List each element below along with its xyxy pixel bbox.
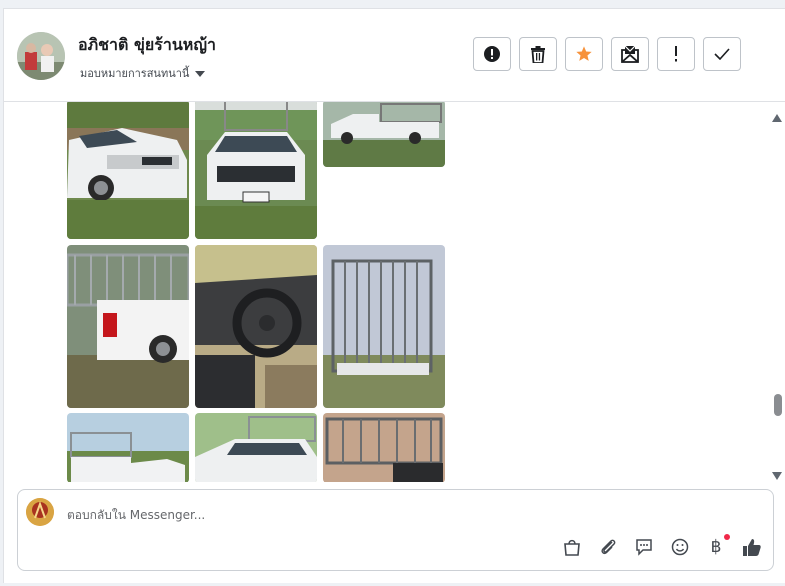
delete-button[interactable] <box>519 37 557 71</box>
action-toolbar <box>473 37 741 71</box>
like-icon[interactable] <box>741 536 763 558</box>
trash-icon <box>531 45 545 63</box>
baht-symbol: ฿ <box>710 537 722 557</box>
photo-pickup-side-cage[interactable] <box>67 413 189 482</box>
photo-pickup-cage-top[interactable] <box>323 413 445 482</box>
photo-pickup-cage-rear[interactable] <box>323 245 445 408</box>
contact-avatar[interactable] <box>17 32 65 80</box>
emoji-icon[interactable] <box>669 536 691 558</box>
photo-pickup-interior[interactable] <box>195 245 317 408</box>
caret-down-icon <box>195 67 206 80</box>
photo-pickup-front-cage[interactable] <box>195 413 317 482</box>
conversation-header: อภิชาติ ขุ่ยร้านหญ้า มอบหมายการสนทนานี้ <box>4 9 785 102</box>
assign-label: มอบหมายการสนทนานี้ <box>80 67 190 80</box>
reply-toolbar: ฿ <box>561 534 763 558</box>
photo-pickup-front-plate[interactable] <box>195 102 317 239</box>
photo-pickup-rear-cage[interactable] <box>67 245 189 408</box>
reply-box: ตอบกลับใน Messenger... ฿ <box>17 489 774 571</box>
report-spam-button[interactable] <box>473 37 511 71</box>
star-button[interactable] <box>565 37 603 71</box>
mark-unread-button[interactable] <box>611 37 649 71</box>
chat-icon[interactable] <box>633 536 655 558</box>
scrollbar-thumb[interactable] <box>774 394 782 416</box>
check-icon <box>714 48 730 60</box>
follow-up-button[interactable] <box>657 37 695 71</box>
page-avatar <box>26 498 54 526</box>
bag-icon[interactable] <box>561 536 583 558</box>
mail-icon <box>621 45 639 63</box>
notification-dot <box>724 534 730 540</box>
scroll-down-arrow[interactable] <box>772 465 782 484</box>
star-icon <box>576 46 592 61</box>
attach-icon[interactable] <box>597 536 619 558</box>
exclamation-icon <box>675 46 677 62</box>
alert-icon <box>484 46 500 62</box>
photo-pickup-side[interactable] <box>323 102 445 167</box>
scroll-up-arrow[interactable] <box>772 107 782 126</box>
baht-icon[interactable]: ฿ <box>705 534 730 558</box>
contact-name[interactable]: อภิชาติ ขุ่ยร้านหญ้า <box>78 33 216 58</box>
assign-dropdown[interactable]: มอบหมายการสนทนานี้ <box>80 64 206 82</box>
reply-input[interactable]: ตอบกลับใน Messenger... <box>67 506 205 525</box>
photo-pickup-front[interactable] <box>67 102 189 239</box>
mark-done-button[interactable] <box>703 37 741 71</box>
message-thread[interactable] <box>4 102 785 482</box>
conversation-panel: อภิชาติ ขุ่ยร้านหญ้า มอบหมายการสนทนานี้ <box>3 8 785 583</box>
